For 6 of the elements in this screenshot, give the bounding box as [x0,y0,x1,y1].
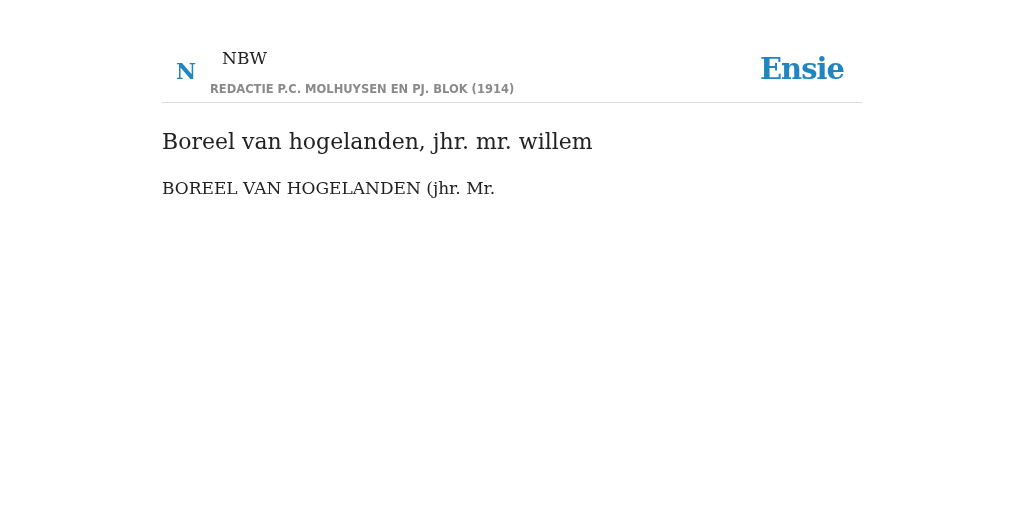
brand-logo[interactable]: Ensie [760,52,844,86]
logo-initial: N [176,58,197,84]
source-subtitle: REDACTIE P.C. MOLHUYSEN EN PJ. BLOK (1914) [210,82,515,96]
article-title: Boreel van hogelanden, jhr. mr. willem [162,129,594,154]
article-text: BOREEL VAN HOGELANDEN (jhr. Mr. [162,178,497,198]
source-name: NBW [222,48,267,68]
